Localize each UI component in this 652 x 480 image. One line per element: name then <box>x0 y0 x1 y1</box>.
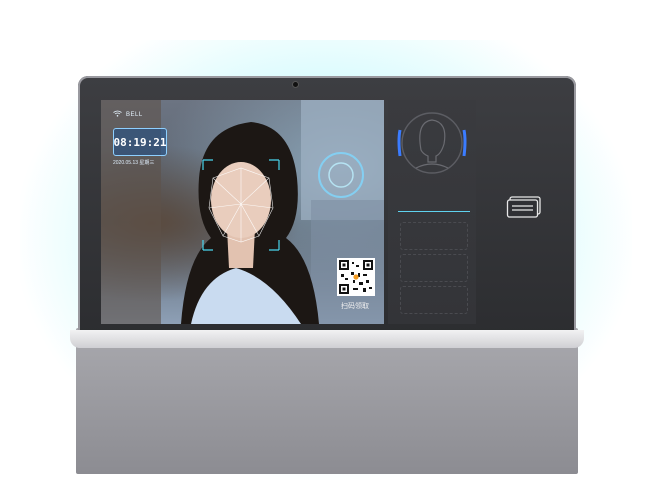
qr-code-icon <box>339 260 373 294</box>
wifi-icon <box>113 110 122 119</box>
bezel-bottom-edge <box>70 330 584 348</box>
camera-lens <box>293 82 298 87</box>
status-bar: BELL <box>113 110 143 119</box>
card-reader-icon[interactable] <box>506 196 542 218</box>
panel-slot-3 <box>400 286 468 314</box>
main-screen: BELL 08:19:21 2020.05.13 星期三 扫码领取 <box>101 100 384 324</box>
clock-display: 08:19:21 <box>113 128 167 156</box>
qr-caption: 扫码领取 <box>341 303 369 310</box>
panel-divider <box>398 211 470 212</box>
status-label: BELL <box>126 111 143 118</box>
person-photo <box>181 122 319 324</box>
date-display: 2020.05.13 星期三 <box>113 160 155 166</box>
panel-slot-1 <box>400 222 468 250</box>
kiosk-stand <box>76 328 578 474</box>
qr-code[interactable] <box>337 258 375 296</box>
panel-slot-2 <box>400 254 468 282</box>
face-outline-icon <box>397 112 467 174</box>
